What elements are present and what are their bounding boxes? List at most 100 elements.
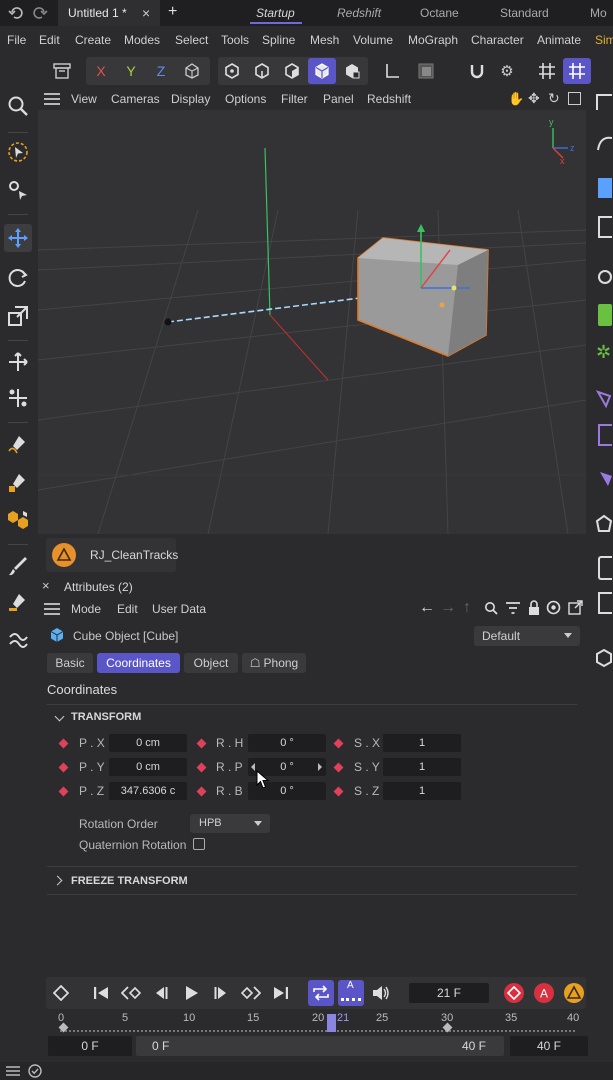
back-arrow-icon[interactable]: ← bbox=[419, 599, 435, 617]
menu-lines-icon[interactable] bbox=[6, 1066, 20, 1076]
menu-edit[interactable]: Edit bbox=[39, 33, 60, 47]
points-mode-icon[interactable] bbox=[220, 58, 244, 84]
viewport-menu-panel[interactable]: Panel bbox=[323, 92, 354, 106]
live-selection-icon[interactable] bbox=[4, 138, 32, 166]
scale-tool-icon[interactable] bbox=[4, 302, 32, 330]
autokeying-icon[interactable]: A bbox=[531, 980, 557, 1006]
y-axis-lock-button[interactable]: Y bbox=[119, 58, 143, 84]
grid-snap-icon[interactable] bbox=[535, 58, 559, 84]
layout-tab-octane[interactable]: Octane bbox=[420, 6, 459, 20]
field-icon[interactable] bbox=[598, 424, 612, 446]
redo-icon[interactable] bbox=[32, 5, 48, 21]
close-icon[interactable]: × bbox=[142, 5, 150, 21]
layout-tab-startup[interactable]: Startup bbox=[256, 6, 295, 20]
rotate-tool-icon[interactable] bbox=[4, 264, 32, 292]
range-slider[interactable]: 0 F 40 F bbox=[136, 1036, 504, 1056]
attributes-menu-edit[interactable]: Edit bbox=[117, 602, 138, 616]
undo-icon[interactable] bbox=[8, 5, 24, 21]
material-icon[interactable] bbox=[596, 648, 612, 670]
layout-tab-redshift[interactable]: Redshift bbox=[337, 6, 381, 20]
viewport-menu-redshift[interactable]: Redshift bbox=[367, 92, 411, 106]
menu-spline[interactable]: Spline bbox=[262, 33, 295, 47]
current-frame-field[interactable]: 21 F bbox=[409, 983, 489, 1003]
3d-viewport[interactable]: y z x bbox=[38, 110, 586, 534]
timeline-ruler[interactable]: 0 5 10 15 20 21 25 30 35 40 bbox=[46, 1010, 586, 1036]
uvw-mode-icon[interactable] bbox=[340, 58, 364, 84]
tab-object[interactable]: Object bbox=[184, 653, 238, 673]
viewport-menu-filter[interactable]: Filter bbox=[281, 92, 308, 106]
rotate-view-icon[interactable]: ↻ bbox=[548, 90, 560, 107]
forward-arrow-icon[interactable]: → bbox=[440, 599, 456, 617]
sketch-icon[interactable] bbox=[4, 626, 32, 654]
lock-icon[interactable] bbox=[528, 600, 540, 615]
px-field[interactable]: 0 cm bbox=[109, 734, 187, 752]
clean-tracks-button[interactable]: RJ_CleanTracks bbox=[46, 538, 178, 572]
sound-icon[interactable] bbox=[368, 980, 394, 1006]
viewport-menu-view[interactable]: View bbox=[71, 92, 97, 106]
coordinate-system-icon[interactable] bbox=[180, 58, 204, 84]
viewport-menu-cameras[interactable]: Cameras bbox=[111, 92, 160, 106]
increment-arrow-icon[interactable] bbox=[318, 763, 322, 771]
previous-frame-icon[interactable] bbox=[148, 980, 174, 1006]
effector-icon[interactable]: ✲ bbox=[596, 342, 612, 364]
filter-icon[interactable] bbox=[505, 601, 521, 615]
move-tool-icon[interactable] bbox=[4, 224, 32, 252]
light-icon[interactable] bbox=[598, 556, 612, 580]
sz-field[interactable]: 1 bbox=[383, 782, 461, 800]
multi-transform-icon[interactable] bbox=[4, 384, 32, 412]
solo-icon[interactable] bbox=[414, 58, 438, 84]
cube-primitive-icon[interactable] bbox=[598, 178, 612, 198]
tab-basic[interactable]: Basic bbox=[47, 653, 93, 673]
pz-field[interactable]: 347.6306 c bbox=[109, 782, 187, 800]
settings-icon[interactable]: ⚙ bbox=[495, 58, 519, 84]
check-status-icon[interactable] bbox=[28, 1064, 42, 1078]
py-field[interactable]: 0 cm bbox=[109, 758, 187, 776]
keyframe-diamond-icon[interactable] bbox=[48, 980, 74, 1006]
x-axis-lock-button[interactable]: X bbox=[89, 58, 113, 84]
menu-character[interactable]: Character bbox=[471, 33, 524, 47]
menu-animate[interactable]: Animate bbox=[537, 33, 581, 47]
tweak-icon[interactable] bbox=[4, 176, 32, 204]
menu-mograph[interactable]: MoGraph bbox=[408, 33, 458, 47]
tab-coordinates[interactable]: Coordinates bbox=[97, 653, 180, 673]
rh-field[interactable]: 0 ° bbox=[248, 734, 326, 752]
menu-select[interactable]: Select bbox=[175, 33, 208, 47]
new-tab-icon[interactable]: + bbox=[168, 3, 177, 21]
viewport-menu-display[interactable]: Display bbox=[171, 92, 210, 106]
tag-icon[interactable] bbox=[598, 592, 612, 614]
spline-icon[interactable] bbox=[596, 134, 612, 152]
go-to-end-icon[interactable] bbox=[268, 980, 294, 1006]
autokey-button[interactable]: A bbox=[338, 980, 364, 1006]
transform-tool-icon[interactable] bbox=[4, 348, 32, 376]
move-view-icon[interactable]: ✥ bbox=[528, 90, 540, 107]
menu-mesh[interactable]: Mesh bbox=[310, 33, 339, 47]
attributes-menu-user-data[interactable]: User Data bbox=[152, 602, 206, 616]
sx-field[interactable]: 1 bbox=[383, 734, 461, 752]
search-icon[interactable] bbox=[484, 601, 498, 615]
freeze-transform-group-header[interactable]: FREEZE TRANSFORM bbox=[52, 874, 356, 890]
model-mode-icon[interactable] bbox=[308, 58, 336, 84]
edges-mode-icon[interactable] bbox=[250, 58, 274, 84]
spline-pen-icon[interactable] bbox=[4, 430, 32, 458]
path-start-point[interactable] bbox=[164, 318, 172, 326]
transform-group-header[interactable]: TRANSFORM bbox=[54, 710, 356, 726]
previous-key-icon[interactable] bbox=[118, 980, 144, 1006]
decrement-arrow-icon[interactable] bbox=[251, 763, 255, 771]
rotation-order-dropdown[interactable]: HPB bbox=[190, 814, 270, 833]
camera-icon[interactable] bbox=[596, 514, 612, 536]
pan-view-icon[interactable]: ✋ bbox=[508, 91, 524, 107]
cloner-icon[interactable] bbox=[598, 304, 612, 326]
attributes-menu-mode[interactable]: Mode bbox=[71, 602, 101, 616]
record-keyframe-icon[interactable] bbox=[501, 980, 527, 1006]
menu-simulate[interactable]: Sim bbox=[595, 33, 613, 47]
menu-file[interactable]: File bbox=[7, 33, 26, 47]
quaternion-checkbox[interactable] bbox=[193, 838, 205, 850]
next-key-icon[interactable] bbox=[238, 980, 264, 1006]
snap-icon[interactable] bbox=[563, 58, 591, 84]
layout-tab-more[interactable]: Mo bbox=[590, 6, 607, 20]
hamburger-icon[interactable] bbox=[44, 93, 60, 105]
object-manager-icon[interactable] bbox=[50, 58, 74, 84]
polygon-pen-icon[interactable] bbox=[4, 468, 32, 496]
deformer-icon[interactable] bbox=[596, 388, 612, 410]
playhead[interactable] bbox=[327, 1014, 336, 1032]
